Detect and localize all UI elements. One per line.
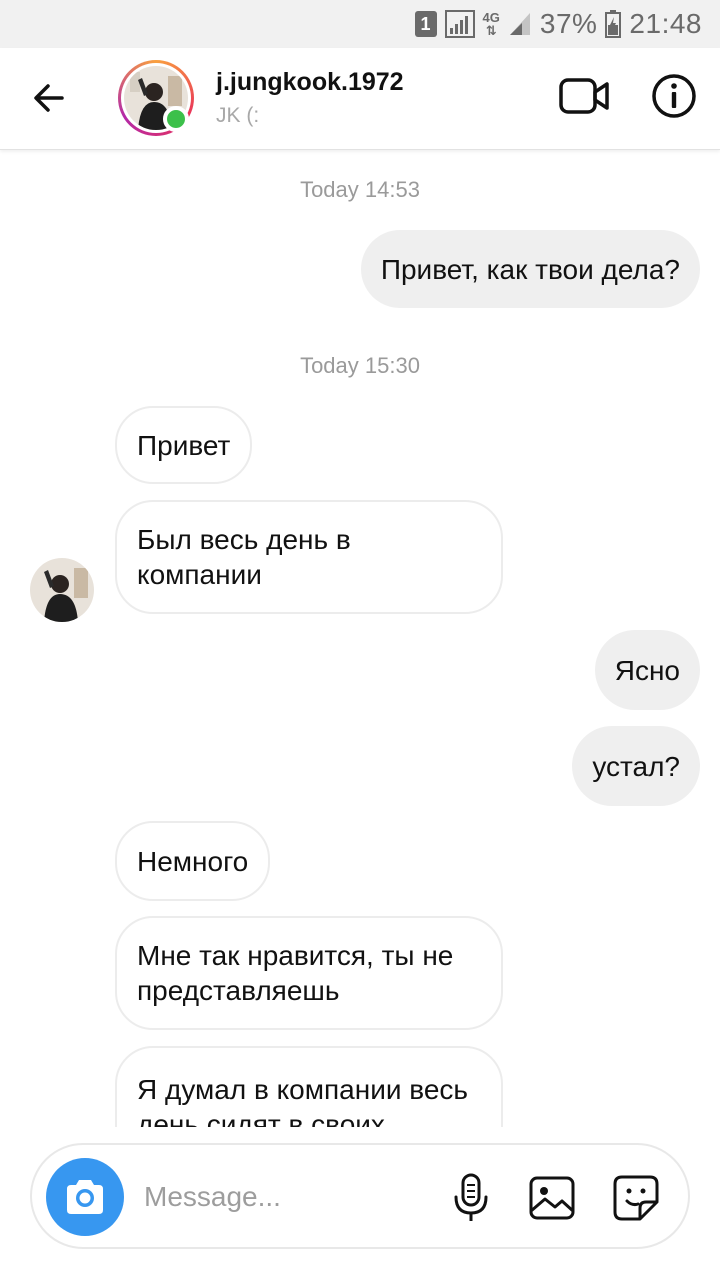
message-input[interactable] — [144, 1175, 424, 1219]
online-status-indicator — [163, 106, 189, 132]
battery-icon — [605, 10, 622, 38]
sender-avatar[interactable] — [30, 558, 94, 622]
message-bubble-incoming[interactable]: Был весь день в компании — [115, 500, 503, 614]
microphone-icon[interactable] — [450, 1173, 492, 1223]
clock: 21:48 — [629, 8, 702, 39]
message-bubble-incoming[interactable]: Мне так нравится, ты не представляешь — [115, 916, 503, 1030]
message-thread[interactable]: Today 14:53 Привет, как твои дела? Today… — [0, 150, 720, 1127]
message-composer — [30, 1143, 690, 1249]
status-bar: 1 4G ⇅ 37% 21:48 — [0, 0, 720, 48]
chat-header: j.jungkook.1972 JK (: — [0, 48, 720, 150]
image-gallery-icon[interactable] — [528, 1175, 576, 1221]
timestamp: Today 15:30 — [300, 353, 420, 378]
cellular-signal-icon — [509, 13, 530, 35]
timestamp: Today 14:53 — [300, 177, 420, 202]
chat-subtitle: JK (: — [216, 104, 260, 127]
message-bubble-incoming[interactable]: Я думал в компании весь день сидят в сво… — [115, 1046, 503, 1127]
back-arrow-icon[interactable] — [28, 76, 72, 120]
message-bubble-outgoing[interactable]: Привет, как твои дела? — [360, 230, 700, 308]
info-icon[interactable] — [650, 72, 698, 120]
message-bubble-incoming[interactable]: Привет — [115, 406, 253, 484]
video-call-icon[interactable] — [558, 74, 610, 118]
message-bubble-outgoing[interactable]: устал? — [572, 726, 700, 806]
sim-indicator: 1 — [414, 11, 437, 37]
network-type: 4G ⇅ — [483, 11, 500, 37]
message-bubble-outgoing[interactable]: Ясно — [594, 630, 700, 710]
camera-button[interactable] — [46, 1158, 124, 1236]
battery-percent: 37% — [539, 8, 598, 39]
chat-username[interactable]: j.jungkook.1972 — [216, 68, 404, 97]
signal-strength-icon — [444, 10, 475, 38]
data-arrows-icon: ⇅ — [485, 23, 497, 38]
sticker-icon[interactable] — [612, 1174, 660, 1222]
message-bubble-incoming[interactable]: Немного — [115, 821, 271, 901]
camera-icon — [67, 1180, 103, 1214]
